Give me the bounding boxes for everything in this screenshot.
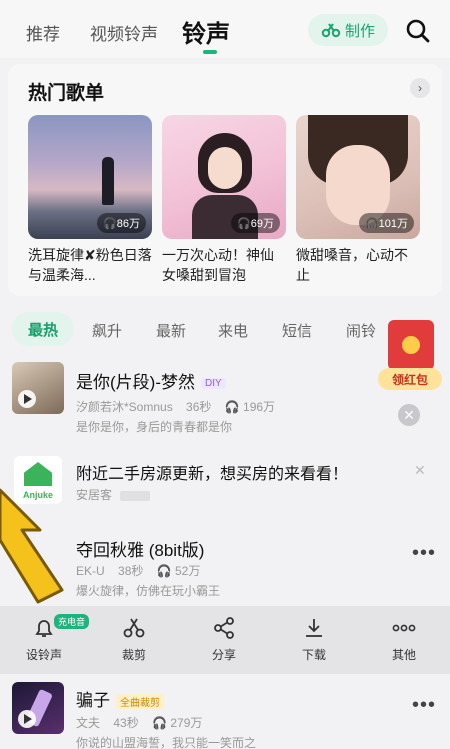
more-icon[interactable]: ••• — [412, 694, 436, 717]
song-meta: 文夫 43秒 🎧 279万 — [76, 716, 203, 730]
close-icon[interactable]: ✕ — [414, 462, 426, 479]
category-sms[interactable]: 短信 — [282, 320, 312, 341]
song-meta: EK-U 38秒 🎧 52万 — [76, 564, 201, 578]
song-thumbnail — [12, 362, 64, 414]
pointer-arrow-overlay — [0, 488, 64, 604]
section-title: 热门歌单 — [28, 83, 105, 104]
tab-recommend[interactable]: 推荐 — [26, 20, 60, 45]
song-meta: 汐颜若沐*Somnus 36秒 🎧 196万 — [76, 400, 276, 414]
song-description: 爆火旋律，仿佛在玩小霸王 — [76, 584, 221, 598]
search-icon[interactable] — [405, 18, 431, 44]
face — [208, 147, 242, 189]
playlist-caption: 洗耳旋律✘粉色日落与温柔海... — [28, 247, 152, 283]
share-button[interactable]: 分享 — [194, 616, 254, 663]
ad-text: 附近二手房源更新，想买房的来看看！ — [76, 466, 349, 483]
download-icon — [306, 619, 322, 637]
top-navigation: 推荐 视频铃声 铃声 制作 — [0, 0, 450, 58]
category-newest[interactable]: 最新 — [156, 320, 186, 341]
play-count: 🎧101万 — [358, 213, 414, 233]
scissors-icon — [123, 618, 145, 638]
share-icon — [214, 617, 234, 639]
trim-button[interactable]: 裁剪 — [104, 616, 164, 663]
tab-indicator — [203, 50, 217, 54]
play-count: 🎧86万 — [97, 213, 146, 233]
make-button[interactable]: 制作 — [308, 14, 388, 46]
silhouette — [102, 157, 114, 205]
category-hot[interactable]: 最热 — [12, 312, 74, 346]
more-icon — [392, 624, 416, 632]
playlist-caption: 微甜嗓音，心动不止 — [296, 247, 408, 283]
other-button[interactable]: 其他 — [374, 616, 434, 663]
song-title: 骗子 全曲裁剪 — [76, 686, 164, 711]
song-title: 夺回秋雅 (8bit版) — [76, 541, 205, 560]
playlist-cover: 🎧101万 — [296, 115, 420, 239]
action-label: 下载 — [301, 648, 326, 662]
category-call[interactable]: 来电 — [218, 320, 248, 341]
coin — [402, 336, 420, 354]
play-triangle — [24, 714, 32, 724]
playlist-cover: 🎧69万 — [162, 115, 286, 239]
song-title: 是你(片段)-梦然 DIY — [76, 368, 226, 393]
action-label: 其他 — [391, 648, 416, 662]
make-button-label: 制作 — [344, 22, 375, 40]
list-item[interactable]: 骗子 全曲裁剪 文夫 43秒 🎧 279万 你说的山盟海誓，我只能一笑而之 ••• — [0, 680, 450, 749]
action-label: 设铃声 — [25, 648, 62, 662]
more-icon[interactable]: ••• — [412, 542, 436, 565]
play-count: 🎧69万 — [231, 213, 280, 233]
song-tag: DIY — [200, 378, 226, 390]
playlist-item[interactable]: 🎧101万 微甜嗓音，心动不止 — [296, 115, 420, 285]
hot-playlists-card: 热门歌单 › 🎧86万 洗耳旋律✘粉色日落与温柔海... 🎧69万 一万次心动！… — [8, 64, 442, 296]
action-label: 裁剪 — [121, 648, 146, 662]
song-description: 你说的山盟海誓，我只能一笑而之 — [76, 736, 257, 749]
song-description: 是你是你，身后的青春都是你 — [76, 420, 233, 434]
category-alarm[interactable]: 闹铃 — [346, 320, 376, 341]
ad-source: 安居客 — [76, 486, 151, 503]
list-item[interactable]: 是你(片段)-梦然 DIY 汐颜若沐*Somnus 36秒 🎧 196万 是你是你… — [0, 362, 450, 436]
song-tag: 全曲裁剪 — [116, 694, 164, 710]
playlist-cover: 🎧86万 — [28, 115, 152, 239]
ad-label — [120, 490, 151, 501]
close-icon[interactable]: ✕ — [398, 404, 420, 426]
playlist-item[interactable]: 🎧69万 一万次心动！神仙女嗓甜到冒泡 — [162, 115, 286, 285]
category-rising[interactable]: 飙升 — [92, 320, 122, 341]
tab-ringtone[interactable]: 铃声 — [182, 14, 230, 49]
playlist-item[interactable]: 🎧86万 洗耳旋律✘粉色日落与温柔海... — [28, 115, 152, 285]
playlist-caption: 一万次心动！神仙女嗓甜到冒泡 — [162, 247, 274, 283]
song-thumbnail — [12, 682, 64, 734]
play-triangle — [24, 394, 32, 404]
chevron-right-icon[interactable]: › — [410, 78, 430, 98]
action-label: 分享 — [211, 648, 236, 662]
tab-video-ringtone[interactable]: 视频铃声 — [90, 20, 158, 45]
scissors-icon — [321, 23, 341, 38]
download-button[interactable]: 下载 — [284, 616, 344, 663]
